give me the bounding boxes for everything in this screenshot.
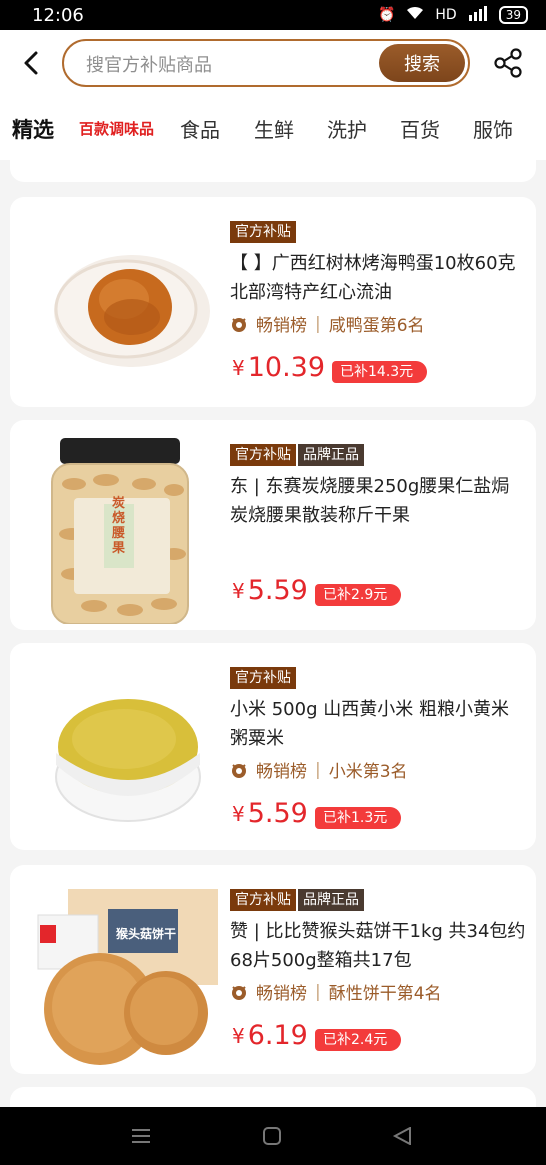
rank-icon [232, 763, 246, 778]
bestseller-rank[interactable]: 畅销榜 | 小米第3名 [230, 757, 408, 782]
price-amount: 5.59 [247, 798, 308, 829]
millet-bowl-image [55, 699, 201, 822]
battery-icon: 39 [498, 6, 528, 24]
subsidy-badge: 已补1.3元 [315, 807, 402, 829]
back-triangle-icon[interactable] [392, 1127, 412, 1145]
rank-icon [232, 985, 246, 1000]
currency-symbol: ¥ [232, 578, 245, 603]
share-button[interactable] [492, 47, 524, 79]
product-card[interactable]: 炭烧腰果 官方补贴 品牌正品 东 | 东赛炭烧腰果250g腰果仁盐焗炭烧腰果散装… [10, 420, 536, 630]
rank-icon [232, 317, 246, 332]
tab-featured[interactable]: 精选 [12, 114, 54, 144]
product-card[interactable]: 官方补贴 【 】广西红树林烤海鸭蛋10枚60克北部湾特产红心流油 畅销榜 | 咸… [10, 197, 536, 407]
next-card-fragment [10, 1087, 536, 1107]
cashew-jar-image [51, 438, 189, 624]
bestseller-rank[interactable]: 畅销榜 | 咸鸭蛋第6名 [230, 311, 425, 336]
product-title: 东 | 东赛炭烧腰果250g腰果仁盐焗炭烧腰果散装称斤干果 [230, 476, 510, 526]
search-input[interactable]: 搜官方补贴商品 搜索 [62, 39, 470, 87]
subsidy-badge: 已补2.4元 [315, 1029, 402, 1051]
rank-detail: 咸鸭蛋第6名 [328, 316, 425, 336]
jar-label-text: 炭烧腰果 [112, 496, 126, 556]
duck-egg-image [54, 255, 210, 367]
home-icon[interactable] [262, 1127, 282, 1145]
search-header: 搜官方补贴商品 搜索 [0, 30, 546, 96]
status-bar: 12:06 ⏰ HD 39 [0, 0, 546, 30]
status-icons: ⏰ HD 39 [378, 5, 528, 25]
previous-card-fragment [10, 160, 536, 182]
brand-genuine-tag: 品牌正品 [298, 444, 364, 466]
tab-fresh[interactable]: 生鲜 [254, 114, 294, 143]
tab-apparel[interactable]: 服饰 [473, 114, 513, 143]
currency-symbol: ¥ [232, 355, 245, 380]
product-title: 小米 500g 山西黄小米 粗粮小黄米粥粟米 [230, 699, 509, 749]
rank-label: 畅销榜 [256, 762, 307, 782]
product-card[interactable]: 猴头菇饼干 官方补贴 品牌正品 赞 | 比比赞猴头菇饼干1kg 共34包约68片… [10, 865, 536, 1074]
official-subsidy-tag: 官方补贴 [230, 221, 296, 243]
biscuit-box-image [37, 889, 218, 1065]
box-label-text: 猴头菇饼干 [116, 927, 177, 941]
product-title: 【 】广西红树林烤海鸭蛋10枚60克北部湾特产红心流油 [230, 253, 516, 303]
price-amount: 6.19 [247, 1020, 308, 1051]
search-placeholder: 搜官方补贴商品 [86, 55, 212, 76]
price: ¥ 5.59 [232, 575, 308, 606]
price-amount: 10.39 [247, 352, 326, 383]
tag-list: 官方补贴 品牌正品 [230, 444, 364, 466]
tab-personal-care[interactable]: 洗护 [327, 114, 367, 143]
back-arrow-icon [24, 51, 38, 75]
signal-icon [467, 5, 489, 25]
network-label: HD [435, 7, 457, 23]
subsidy-badge: 已补2.9元 [315, 584, 402, 606]
tag-list: 官方补贴 [230, 221, 296, 243]
official-subsidy-tag: 官方补贴 [230, 889, 296, 911]
bestseller-rank[interactable]: 畅销榜 | 酥性饼干第4名 [230, 979, 442, 1004]
currency-symbol: ¥ [232, 1023, 245, 1048]
rank-detail: 酥性饼干第4名 [328, 984, 442, 1004]
tab-food[interactable]: 食品 [180, 114, 220, 143]
product-title: 赞 | 比比赞猴头菇饼干1kg 共34包约68片500g整箱共17包 [230, 921, 526, 971]
official-subsidy-tag: 官方补贴 [230, 667, 296, 689]
official-subsidy-tag: 官方补贴 [230, 444, 296, 466]
brand-genuine-tag: 品牌正品 [298, 889, 364, 911]
subsidy-badge: 已补14.3元 [332, 361, 428, 383]
back-button[interactable] [18, 50, 44, 76]
tag-list: 官方补贴 [230, 667, 296, 689]
search-button[interactable]: 搜索 [379, 44, 465, 82]
tab-household[interactable]: 百货 [400, 114, 440, 143]
system-nav-bar [0, 1107, 546, 1165]
rank-label: 畅销榜 [256, 984, 307, 1004]
price: ¥ 6.19 [232, 1020, 308, 1051]
status-time: 12:06 [32, 4, 84, 26]
alarm-icon: ⏰ [377, 7, 396, 23]
rank-label: 畅销榜 [256, 316, 307, 336]
share-icon [494, 48, 522, 78]
tag-list: 官方补贴 品牌正品 [230, 889, 364, 911]
category-tabs: 精选 百款调味品 食品 生鲜 洗护 百货 服饰 [0, 96, 546, 160]
currency-symbol: ¥ [232, 801, 245, 826]
product-card[interactable]: 官方补贴 小米 500g 山西黄小米 粗粮小黄米粥粟米 畅销榜 | 小米第3名 … [10, 643, 536, 850]
rank-detail: 小米第3名 [328, 762, 408, 782]
price: ¥ 10.39 [232, 352, 325, 383]
price-amount: 5.59 [247, 575, 308, 606]
price: ¥ 5.59 [232, 798, 308, 829]
tab-seasonings[interactable]: 百款调味品 [79, 118, 154, 139]
wifi-icon [405, 5, 425, 25]
menu-icon[interactable] [130, 1127, 152, 1145]
